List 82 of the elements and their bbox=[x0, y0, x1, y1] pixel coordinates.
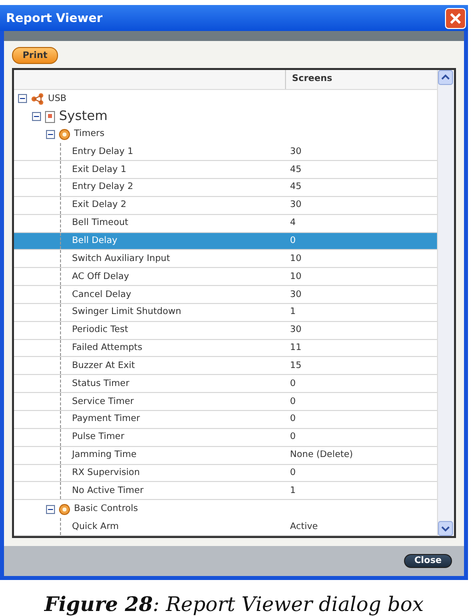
node-label: Quick Arm bbox=[72, 522, 119, 532]
node-label: Bell Timeout bbox=[72, 218, 128, 228]
node-label: Exit Delay 1 bbox=[72, 164, 126, 175]
setting-value: Active bbox=[289, 522, 319, 532]
setting-value: 0 bbox=[289, 468, 297, 478]
node-label: Switch Auxiliary Input bbox=[72, 254, 170, 264]
scrollbar[interactable] bbox=[437, 70, 454, 536]
tree-row[interactable]: Failed Attempts 11 bbox=[14, 340, 437, 358]
close-button[interactable]: Close bbox=[404, 554, 452, 568]
node-label: Basic Controls bbox=[74, 504, 138, 514]
gear-icon bbox=[59, 504, 70, 515]
node-label: AC Off Delay bbox=[72, 272, 130, 282]
setting-value: 0 bbox=[289, 236, 297, 246]
setting-value: 1 bbox=[289, 486, 297, 496]
node-label: Jamming Time bbox=[72, 450, 137, 460]
tree-row[interactable]: Bell Timeout 4 bbox=[14, 214, 437, 233]
tree-row[interactable]: Periodic Test 30 bbox=[14, 322, 437, 340]
node-label: Status Timer bbox=[72, 378, 130, 389]
figure-caption: Figure 28: Report Viewer dialog box bbox=[43, 592, 425, 616]
close-icon[interactable] bbox=[445, 8, 466, 28]
tree-row[interactable]: Entry Delay 1 30 bbox=[14, 143, 437, 162]
setting-value: 45 bbox=[289, 182, 302, 192]
setting-value: 30 bbox=[289, 200, 302, 210]
node-label: Failed Attempts bbox=[72, 343, 142, 354]
node-label: Payment Timer bbox=[72, 414, 140, 424]
node-label: USB bbox=[48, 94, 66, 104]
tree-row[interactable]: Pulse Timer 0 bbox=[14, 428, 437, 447]
node-label: Service Timer bbox=[72, 396, 134, 407]
tree-row[interactable]: RX Supervision 0 bbox=[14, 464, 437, 482]
scroll-up-icon[interactable] bbox=[438, 70, 453, 85]
setting-value: None (Delete) bbox=[289, 450, 354, 460]
tree-row[interactable]: Payment Timer 0 bbox=[14, 411, 437, 429]
collapse-icon[interactable] bbox=[32, 112, 41, 122]
tree-row[interactable]: Exit Delay 2 30 bbox=[14, 196, 437, 215]
node-label: Buzzer At Exit bbox=[72, 360, 135, 371]
setting-value: 0 bbox=[289, 414, 297, 424]
node-label: Swinger Limit Shutdown bbox=[72, 307, 182, 318]
setting-value: 30 bbox=[289, 146, 302, 157]
tree-row[interactable]: Cancel Delay 30 bbox=[14, 286, 437, 304]
setting-value: 0 bbox=[289, 396, 297, 407]
tree-row[interactable]: Switch Auxiliary Input 10 bbox=[14, 250, 437, 268]
document-icon bbox=[45, 110, 55, 123]
setting-value: 0 bbox=[289, 378, 297, 389]
node-label: Pulse Timer bbox=[72, 432, 124, 442]
scroll-down-icon[interactable] bbox=[438, 521, 453, 536]
tree-row[interactable]: No Active Timer 1 bbox=[14, 482, 437, 500]
tree-row[interactable]: Swinger Limit Shutdown 1 bbox=[14, 304, 437, 322]
setting-value: 30 bbox=[289, 325, 302, 336]
tree-row[interactable]: Exit Delay 1 45 bbox=[14, 161, 437, 180]
setting-value: 10 bbox=[289, 254, 302, 264]
collapse-icon[interactable] bbox=[46, 130, 55, 139]
node-label: No Active Timer bbox=[72, 486, 144, 496]
node-label: Exit Delay 2 bbox=[72, 200, 126, 210]
tree-row[interactable]: Jamming Time None (Delete) bbox=[14, 446, 437, 465]
setting-value: 45 bbox=[289, 164, 302, 175]
collapse-icon[interactable] bbox=[46, 504, 55, 514]
tree-row[interactable]: Entry Delay 2 45 bbox=[14, 179, 437, 197]
tree-row[interactable]: Status Timer 0 bbox=[14, 375, 437, 394]
node-label: Entry Delay 2 bbox=[72, 182, 134, 192]
print-button[interactable]: Print bbox=[12, 47, 58, 64]
setting-value: 11 bbox=[289, 343, 302, 354]
setting-value: 10 bbox=[289, 272, 302, 282]
collapse-icon[interactable] bbox=[18, 94, 27, 104]
window-title: Report Viewer bbox=[6, 11, 103, 25]
setting-value: 1 bbox=[289, 307, 297, 318]
node-label: System bbox=[59, 109, 108, 124]
gear-icon bbox=[59, 128, 70, 140]
node-label: RX Supervision bbox=[72, 468, 140, 478]
tree-row[interactable]: AC Off Delay 10 bbox=[14, 268, 437, 286]
tree-row[interactable]: Buzzer At Exit 15 bbox=[14, 357, 437, 376]
setting-value: 0 bbox=[289, 432, 297, 442]
node-label: Periodic Test bbox=[72, 325, 128, 336]
node-label: Cancel Delay bbox=[72, 290, 132, 300]
node-label: Timers bbox=[74, 129, 104, 140]
network-icon bbox=[31, 92, 44, 105]
setting-value: 15 bbox=[289, 360, 302, 371]
setting-value: 4 bbox=[289, 218, 297, 228]
node-label: Entry Delay 1 bbox=[72, 146, 134, 157]
tree-row[interactable]: Quick Arm Active bbox=[14, 518, 437, 536]
node-label: Bell Delay bbox=[72, 236, 118, 246]
tree-row[interactable]: Service Timer 0 bbox=[14, 393, 437, 412]
setting-value: 30 bbox=[289, 290, 302, 300]
